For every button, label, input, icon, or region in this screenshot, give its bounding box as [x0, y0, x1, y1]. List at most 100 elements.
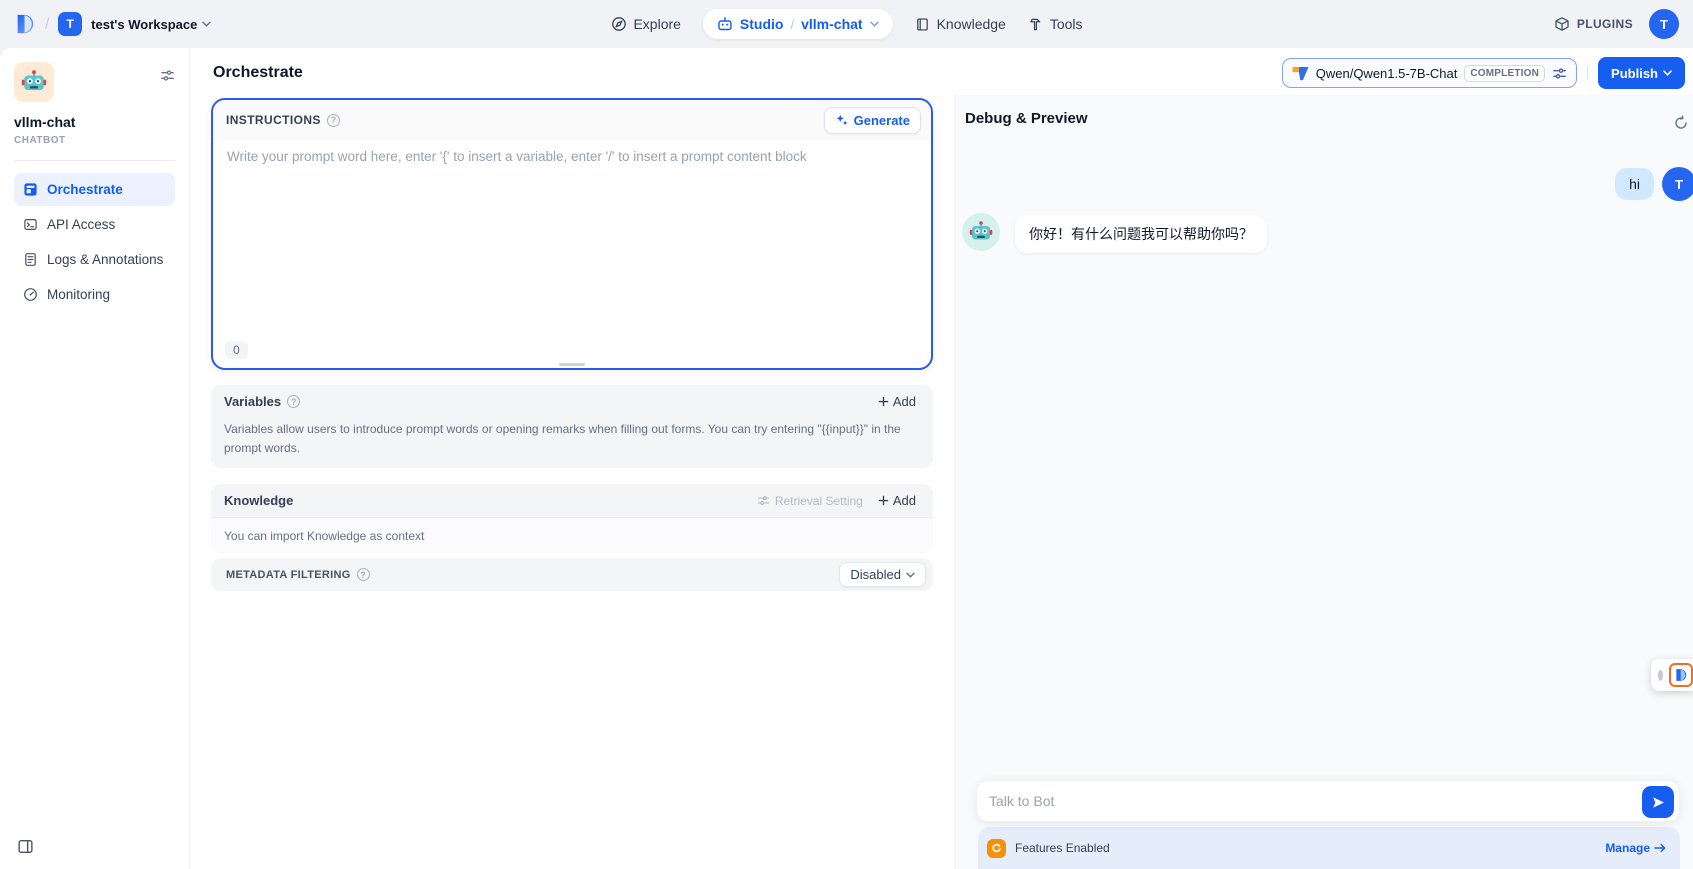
robot-emoji-icon [969, 220, 993, 244]
retrieval-setting-label: Retrieval Setting [775, 494, 863, 508]
variables-section: Variables Add Variables allow users to i… [211, 385, 933, 468]
model-config-sliders-icon[interactable] [1552, 66, 1567, 81]
widget-dot [1658, 670, 1663, 681]
hammer-icon [1028, 17, 1043, 32]
features-bar: Features Enabled Manage [978, 827, 1680, 869]
debug-preview-title: Debug & Preview [965, 110, 1088, 127]
restart-conversation-icon[interactable] [1673, 115, 1689, 131]
add-label: Add [893, 493, 916, 508]
char-count: 0 [225, 341, 248, 359]
model-mode-badge: COMPLETION [1464, 65, 1545, 82]
nav-plugins[interactable]: PLUGINS [1554, 16, 1633, 32]
chevron-down-icon [870, 21, 879, 27]
nav-studio-label: Studio [740, 16, 784, 32]
book-icon [915, 17, 930, 32]
workspace-name: test's Workspace [91, 17, 197, 32]
features-icon [987, 839, 1006, 858]
knowledge-description: You can import Knowledge as context [211, 517, 933, 553]
debug-preview-panel: Debug & Preview hi T 你好！有什么问题我可以帮助你吗？ [955, 95, 1693, 869]
sliders-icon [757, 494, 770, 507]
info-icon[interactable] [327, 114, 340, 127]
chat-input-container [976, 780, 1680, 822]
add-label: Add [893, 394, 916, 409]
nav-explore-label: Explore [633, 16, 680, 32]
variables-description: Variables allow users to introduce promp… [211, 418, 933, 457]
publish-label: Publish [1611, 66, 1658, 81]
instructions-title: INSTRUCTIONS [226, 113, 321, 127]
app-sidebar: vllm-chat CHATBOT Orchestrate API Access… [0, 48, 190, 869]
user-chat-avatar: T [1662, 167, 1693, 201]
model-name: Qwen/Qwen1.5-7B-Chat [1316, 66, 1458, 81]
divider [1587, 66, 1588, 80]
publish-button[interactable]: Publish [1598, 57, 1685, 89]
workspace-avatar[interactable]: T [58, 12, 82, 36]
nav-explore[interactable]: Explore [610, 16, 680, 32]
user-avatar[interactable]: T [1649, 9, 1679, 39]
metadata-filtering-value: Disabled [850, 567, 901, 582]
widget-logo-icon [1669, 663, 1693, 687]
resize-handle[interactable] [559, 363, 585, 366]
arrow-right-icon [1654, 843, 1666, 853]
assistant-message-bubble: 你好！有什么问题我可以帮助你吗？ [1015, 215, 1267, 253]
manage-label: Manage [1605, 841, 1650, 855]
package-icon [1554, 16, 1570, 32]
nav-tools[interactable]: Tools [1028, 16, 1083, 32]
app-icon[interactable] [14, 62, 54, 102]
chat-message-assistant: 你好！有什么问题我可以帮助你吗？ [962, 213, 1267, 253]
nav-knowledge-label: Knowledge [937, 16, 1006, 32]
app-settings-icon[interactable] [160, 68, 175, 83]
user-message-bubble: hi [1615, 168, 1654, 200]
sidebar-item-api-access[interactable]: API Access [14, 208, 175, 241]
manage-features-link[interactable]: Manage [1605, 841, 1666, 855]
page-title: Orchestrate [213, 64, 303, 82]
nav-studio-pill[interactable]: Studio / vllm-chat [703, 9, 893, 39]
dify-logo[interactable] [14, 13, 36, 35]
generate-button[interactable]: Generate [824, 107, 921, 134]
robot-emoji-icon [21, 69, 47, 95]
sidebar-item-label: API Access [47, 217, 115, 232]
content-wrapper: vllm-chat CHATBOT Orchestrate API Access… [0, 48, 1693, 869]
retrieval-setting-button[interactable]: Retrieval Setting [757, 494, 863, 508]
collapse-sidebar-icon[interactable] [17, 838, 34, 855]
plus-icon [878, 495, 889, 506]
model-selector[interactable]: Qwen/Qwen1.5-7B-Chat COMPLETION [1282, 58, 1577, 88]
nav-knowledge[interactable]: Knowledge [915, 16, 1006, 32]
features-label: Features Enabled [1015, 841, 1110, 855]
chat-input[interactable] [989, 793, 1633, 809]
sidebar-item-label: Monitoring [47, 287, 110, 302]
generate-label: Generate [854, 113, 910, 128]
nav-tools-label: Tools [1050, 16, 1083, 32]
knowledge-title: Knowledge [224, 493, 293, 508]
divider [14, 160, 175, 161]
terminal-icon [23, 217, 38, 232]
info-icon[interactable] [287, 395, 300, 408]
knowledge-section: Knowledge Retrieval Setting Add You can … [211, 484, 933, 553]
send-button[interactable] [1642, 786, 1674, 818]
add-variable-button[interactable]: Add [873, 391, 921, 412]
metadata-filtering-dropdown[interactable]: Disabled [839, 562, 926, 587]
info-icon[interactable] [357, 568, 370, 581]
robot-icon [717, 16, 733, 32]
metadata-filtering-section: METADATA FILTERING Disabled [211, 558, 933, 591]
instructions-input[interactable] [213, 140, 931, 310]
chevron-down-icon [1663, 70, 1672, 76]
gauge-icon [23, 287, 38, 302]
nav-studio-app-name: vllm-chat [801, 16, 862, 32]
chevron-down-icon [202, 21, 211, 27]
document-icon [23, 252, 38, 267]
add-knowledge-button[interactable]: Add [873, 490, 921, 511]
workspace-selector[interactable]: test's Workspace [91, 17, 211, 32]
sidebar-item-logs-annotations[interactable]: Logs & Annotations [14, 243, 175, 276]
plus-icon [878, 396, 889, 407]
vllm-logo-icon [1292, 66, 1309, 81]
top-nav: / T test's Workspace Explore Studio / vl… [0, 0, 1693, 48]
sparkles-icon [835, 113, 849, 127]
floating-extension-widget[interactable] [1651, 659, 1693, 691]
orchestrate-icon [23, 182, 38, 197]
sidebar-item-label: Orchestrate [47, 182, 123, 197]
sidebar-item-monitoring[interactable]: Monitoring [14, 278, 175, 311]
instructions-panel: INSTRUCTIONS Generate 0 [211, 98, 933, 370]
sidebar-item-orchestrate[interactable]: Orchestrate [14, 173, 175, 206]
sidebar-item-label: Logs & Annotations [47, 252, 163, 267]
metadata-filtering-title: METADATA FILTERING [226, 569, 351, 581]
